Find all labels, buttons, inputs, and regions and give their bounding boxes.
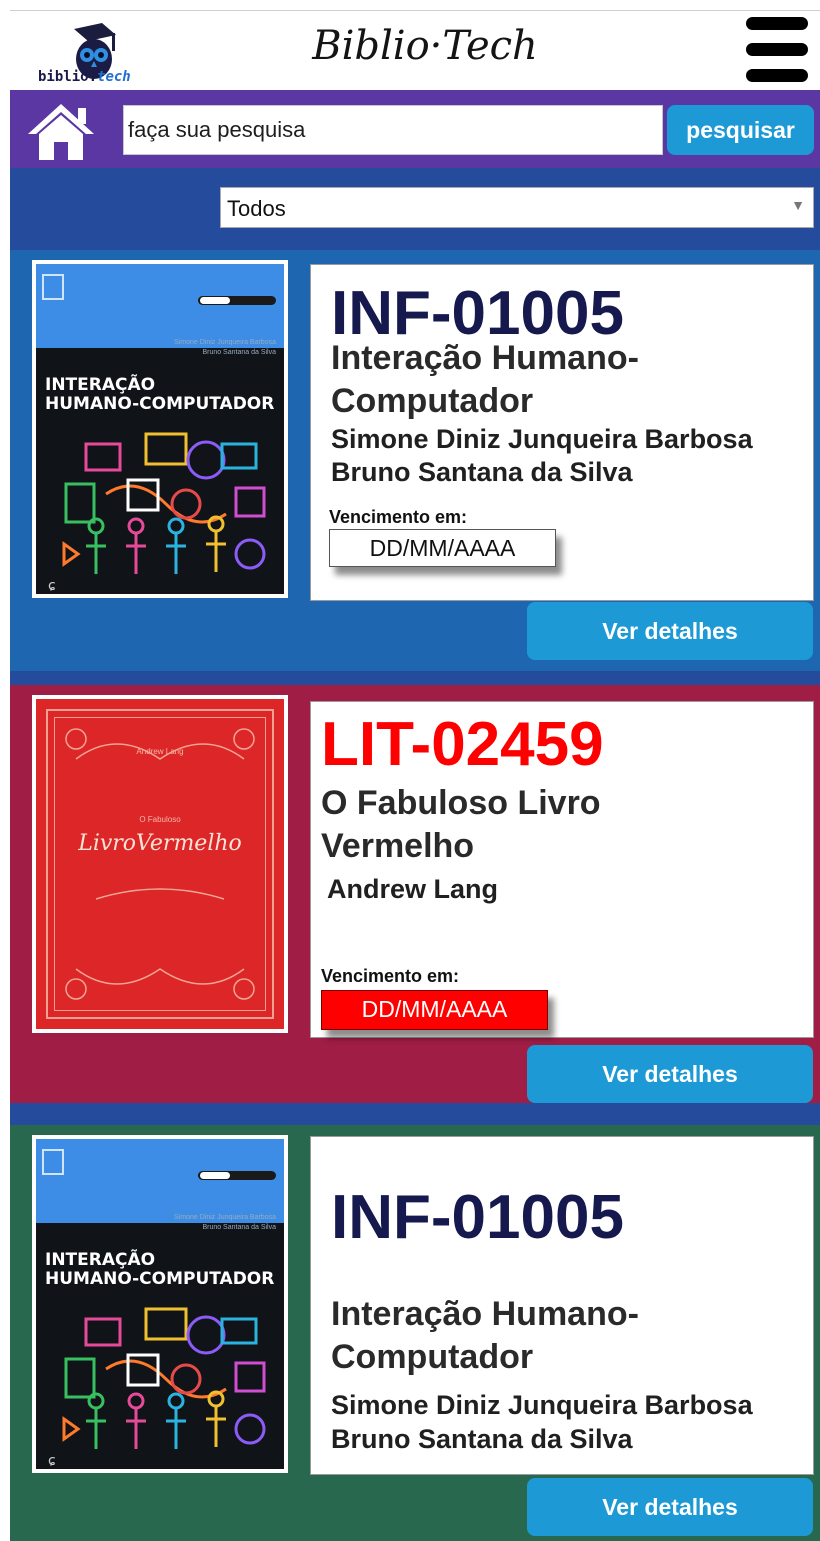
book-author-2: Bruno Santana da Silva (331, 1424, 633, 1454)
cover-authors: Simone Diniz Junqueira Barbosa Bruno San… (174, 1213, 276, 1233)
search-button[interactable]: pesquisar (667, 105, 814, 155)
logo-text-biblio: biblio. (38, 69, 98, 85)
cover-author-1: Simone Diniz Junqueira Barbosa (174, 339, 276, 346)
book-title-line-1: Interação Humano- (331, 1295, 639, 1333)
app-title: Biblio·Tech (312, 23, 538, 69)
book-info-box: INF-01005 Interação Humano- Computador S… (310, 1136, 814, 1475)
book-author-2: Bruno Santana da Silva (331, 457, 633, 487)
app-header: biblio.tech Biblio·Tech (10, 10, 820, 91)
search-bar: pesquisar (10, 90, 820, 168)
book-card: Simone Diniz Junqueira Barbosa Bruno San… (10, 250, 820, 671)
hamburger-menu-button[interactable] (746, 17, 808, 83)
cover-top-band (36, 264, 284, 348)
book-card: Andrew Lang O Fabuloso LivroVermelho LIT… (10, 685, 820, 1103)
book-code: LIT-02459 (321, 710, 604, 779)
filter-bar: Todos ▼ (10, 168, 820, 250)
book-title-line-2: Vermelho (321, 827, 475, 865)
cover-title-line-2: HUMANO-COMPUTADOR (45, 394, 275, 414)
cover-top-band (36, 1139, 284, 1223)
filter-selected-value: Todos (227, 196, 286, 221)
svg-text:ɕ: ɕ (48, 578, 56, 594)
home-icon (28, 104, 94, 160)
book-author-1: Andrew Lang (327, 874, 499, 904)
book-title-line-2: Computador (331, 1338, 534, 1376)
cover-author-1: Simone Diniz Junqueira Barbosa (174, 1214, 276, 1221)
due-date-field: DD/MM/AAAA (329, 529, 556, 567)
publisher-logo-icon (42, 1149, 64, 1175)
book-title-line-1: Interação Humano- (331, 339, 639, 377)
view-details-button[interactable]: Ver detalhes (527, 602, 813, 660)
publisher-logo-icon (42, 274, 64, 300)
book-card: Simone Diniz Junqueira Barbosa Bruno San… (10, 1125, 820, 1541)
book-cover-image[interactable]: Simone Diniz Junqueira Barbosa Bruno San… (32, 260, 288, 598)
book-code: INF-01005 (331, 1183, 624, 1252)
cover-title: INTERAÇÃO HUMANO-COMPUTADOR (45, 376, 274, 414)
search-input[interactable] (123, 105, 663, 155)
logo-text-tech: tech (97, 69, 131, 85)
view-details-button[interactable]: Ver detalhes (527, 1045, 813, 1103)
svg-text:ɕ: ɕ (48, 1453, 56, 1469)
book-author-1: Simone Diniz Junqueira Barbosa (331, 1390, 753, 1420)
book-info-box: INF-01005 Interação Humano- Computador S… (310, 264, 814, 601)
home-button[interactable] (26, 102, 96, 162)
book-info-box: LIT-02459 O Fabuloso Livro Vermelho Andr… (310, 701, 814, 1038)
due-date-label: Vencimento em: (329, 507, 468, 527)
book-cover-image[interactable]: Andrew Lang O Fabuloso LivroVermelho (32, 695, 288, 1033)
card-separator (10, 1103, 820, 1125)
app-frame: biblio.tech Biblio·Tech pesquisar Todos … (10, 10, 820, 1541)
cover-title-line-1: INTERAÇÃO (45, 1250, 156, 1270)
due-date-label: Vencimento em: (321, 966, 460, 986)
cover-ornament-icon (65, 728, 255, 1000)
cover-title: INTERAÇÃO HUMANO-COMPUTADOR (45, 1251, 274, 1289)
cover-title-line-2: HUMANO-COMPUTADOR (45, 1269, 275, 1289)
category-filter-select[interactable]: Todos ▼ (220, 187, 814, 228)
logo-text: biblio.tech (38, 69, 131, 85)
cover-badge-inner (200, 1172, 230, 1179)
app-logo[interactable]: biblio.tech (16, 15, 156, 87)
cover-author-2: Bruno Santana da Silva (202, 349, 276, 356)
due-date-field: DD/MM/AAAA (321, 990, 548, 1030)
book-author-1: Simone Diniz Junqueira Barbosa (331, 424, 753, 454)
cover-illustration-icon: ɕ (48, 432, 266, 594)
view-details-button[interactable]: Ver detalhes (527, 1478, 813, 1536)
chevron-down-icon: ▼ (791, 197, 805, 213)
cover-illustration-icon: ɕ (48, 1307, 266, 1469)
book-title-line-2: Computador (331, 382, 534, 420)
cover-badge-inner (200, 297, 230, 304)
cover-author-2: Bruno Santana da Silva (202, 1224, 276, 1231)
book-title-line-1: O Fabuloso Livro (321, 784, 601, 822)
cover-title-line-1: INTERAÇÃO (45, 375, 156, 395)
cover-authors: Simone Diniz Junqueira Barbosa Bruno San… (174, 338, 276, 358)
book-cover-image[interactable]: Simone Diniz Junqueira Barbosa Bruno San… (32, 1135, 288, 1473)
card-separator (10, 671, 820, 685)
